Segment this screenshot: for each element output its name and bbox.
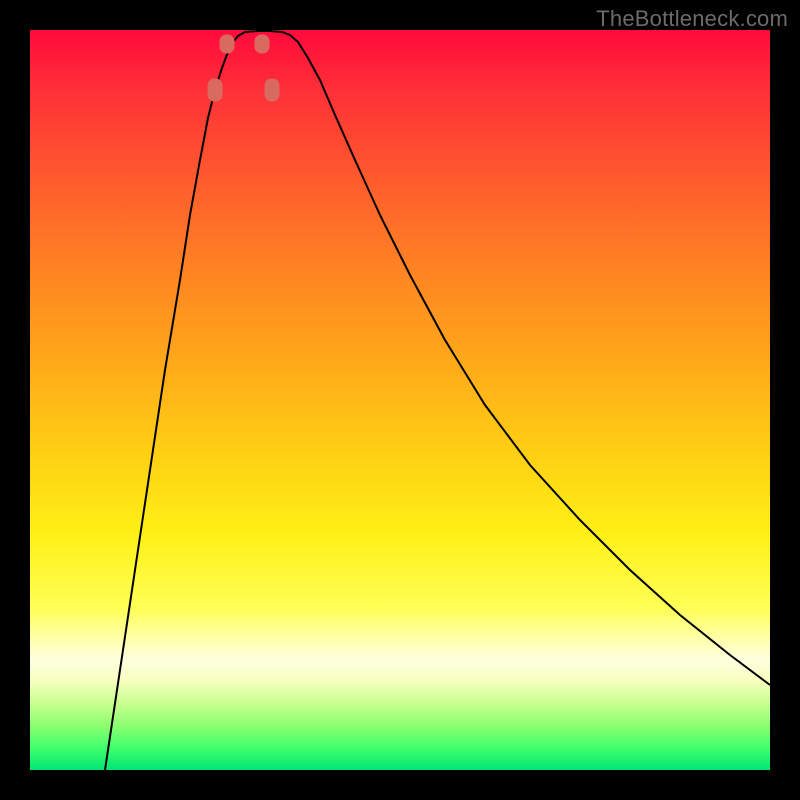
plot-area	[30, 30, 770, 770]
chart-frame: TheBottleneck.com	[0, 0, 800, 800]
curve-path	[105, 31, 770, 770]
bottleneck-curve	[30, 30, 770, 770]
watermark-text: TheBottleneck.com	[596, 6, 788, 32]
curve-marker	[265, 79, 279, 101]
curve-marker	[255, 35, 269, 53]
marker-group	[208, 35, 279, 101]
curve-marker	[220, 35, 234, 53]
curve-marker	[208, 79, 222, 101]
